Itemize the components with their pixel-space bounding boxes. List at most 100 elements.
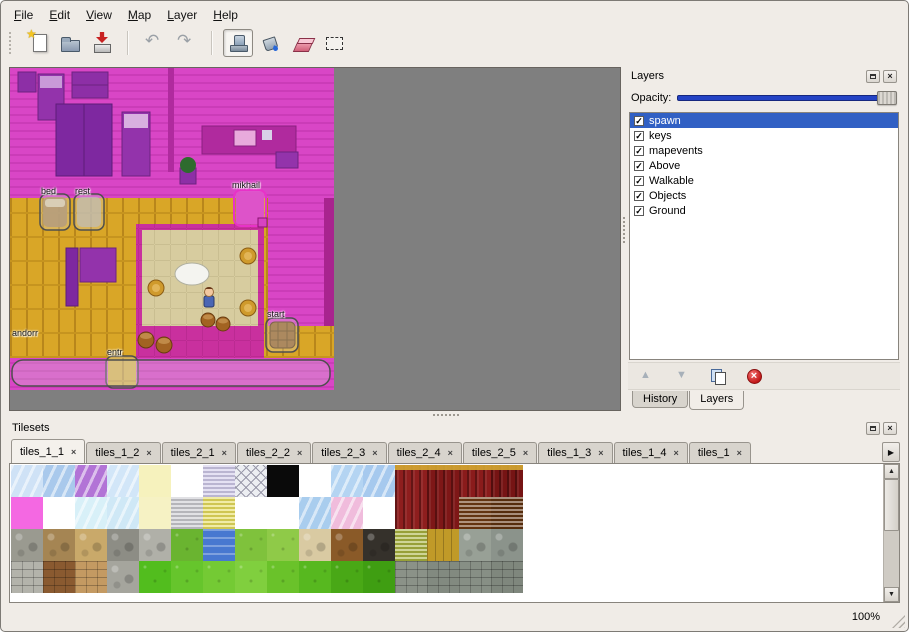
menu-view[interactable]: View: [79, 6, 119, 24]
resize-grip[interactable]: [892, 615, 905, 628]
tileset-tab-tiles_2_5[interactable]: tiles_2_5×: [463, 442, 537, 463]
close-tab-icon[interactable]: ×: [523, 448, 528, 458]
tile-0-14[interactable]: [459, 465, 491, 497]
tile-1-4[interactable]: [139, 497, 171, 529]
menu-edit[interactable]: Edit: [42, 6, 77, 24]
eraser-button[interactable]: [287, 29, 317, 57]
layer-visibility-checkbox[interactable]: ✓: [634, 131, 644, 141]
tileset-tab-tiles_1_1[interactable]: tiles_1_1×: [11, 439, 85, 463]
tile-2-14[interactable]: [459, 529, 491, 561]
tile-0-2[interactable]: [75, 465, 107, 497]
tile-2-12[interactable]: [395, 529, 427, 561]
tileset-scrollbar[interactable]: [883, 464, 899, 602]
tile-0-5[interactable]: [171, 465, 203, 497]
scrollbar-thumb[interactable]: [884, 479, 899, 531]
tileset-tab-tiles_1_4[interactable]: tiles_1_4×: [614, 442, 688, 463]
tile-3-15[interactable]: [491, 561, 523, 593]
tile-1-13[interactable]: [427, 497, 459, 529]
tile-2-6[interactable]: [203, 529, 235, 561]
tile-3-8[interactable]: [267, 561, 299, 593]
close-tab-icon[interactable]: ×: [448, 448, 453, 458]
close-tab-icon[interactable]: ×: [737, 448, 742, 458]
toolbar-handle[interactable]: [9, 32, 14, 54]
tileset-tab-tiles_1_2[interactable]: tiles_1_2×: [86, 442, 160, 463]
vertical-splitter[interactable]: [621, 67, 628, 411]
raise-layer-button[interactable]: [634, 365, 658, 387]
menu-file[interactable]: File: [7, 6, 40, 24]
tileset-tab-tiles_2_1[interactable]: tiles_2_1×: [162, 442, 236, 463]
map-canvas[interactable]: bedrestmikhailstartandorrentr: [10, 68, 334, 390]
tile-0-1[interactable]: [43, 465, 75, 497]
close-tab-icon[interactable]: ×: [222, 448, 227, 458]
tile-0-11[interactable]: [363, 465, 395, 497]
redo-button[interactable]: [171, 29, 201, 57]
close-tab-icon[interactable]: ×: [674, 448, 679, 458]
tile-2-0[interactable]: [11, 529, 43, 561]
tile-0-10[interactable]: [331, 465, 363, 497]
tile-0-8[interactable]: [267, 465, 299, 497]
tile-2-10[interactable]: [331, 529, 363, 561]
menu-layer[interactable]: Layer: [160, 6, 204, 24]
lower-layer-button[interactable]: [670, 365, 694, 387]
tile-0-12[interactable]: [395, 465, 427, 497]
horizontal-splitter[interactable]: [1, 411, 908, 419]
tile-1-9[interactable]: [299, 497, 331, 529]
tile-3-0[interactable]: [11, 561, 43, 593]
undo-button[interactable]: [139, 29, 169, 57]
tileset-tab-tiles_1_3[interactable]: tiles_1_3×: [538, 442, 612, 463]
tile-3-14[interactable]: [459, 561, 491, 593]
tile-3-4[interactable]: [139, 561, 171, 593]
tile-1-15[interactable]: [491, 497, 523, 529]
layer-visibility-checkbox[interactable]: ✓: [634, 146, 644, 156]
tile-1-5[interactable]: [171, 497, 203, 529]
tile-1-6[interactable]: [203, 497, 235, 529]
open-map-button[interactable]: [55, 29, 85, 57]
map-view[interactable]: bedrestmikhailstartandorrentr: [9, 67, 621, 411]
layer-row-keys[interactable]: ✓keys: [630, 128, 898, 143]
tile-1-12[interactable]: [395, 497, 427, 529]
layer-visibility-checkbox[interactable]: ✓: [634, 176, 644, 186]
tileset-tab-tiles_1[interactable]: tiles_1×: [689, 442, 751, 463]
tile-1-1[interactable]: [43, 497, 75, 529]
scroll-tabs-right-button[interactable]: [882, 442, 900, 462]
close-tab-icon[interactable]: ×: [598, 448, 603, 458]
layer-row-Ground[interactable]: ✓Ground: [630, 203, 898, 218]
tile-0-15[interactable]: [491, 465, 523, 497]
layer-visibility-checkbox[interactable]: ✓: [634, 161, 644, 171]
tile-0-7[interactable]: [235, 465, 267, 497]
opacity-slider[interactable]: [677, 90, 897, 106]
tile-3-2[interactable]: [75, 561, 107, 593]
tile-2-2[interactable]: [75, 529, 107, 561]
close-tab-icon[interactable]: ×: [71, 447, 76, 457]
menu-help[interactable]: Help: [206, 6, 245, 24]
tile-0-6[interactable]: [203, 465, 235, 497]
tile-2-1[interactable]: [43, 529, 75, 561]
layer-row-Above[interactable]: ✓Above: [630, 158, 898, 173]
close-tilesets-button[interactable]: [883, 422, 897, 435]
tile-0-13[interactable]: [427, 465, 459, 497]
duplicate-layer-button[interactable]: [706, 365, 730, 387]
opacity-slider-track[interactable]: [677, 95, 893, 101]
layer-row-Walkable[interactable]: ✓Walkable: [630, 173, 898, 188]
tile-3-1[interactable]: [43, 561, 75, 593]
layer-row-mapevents[interactable]: ✓mapevents: [630, 143, 898, 158]
tile-3-12[interactable]: [395, 561, 427, 593]
tile-1-8[interactable]: [267, 497, 299, 529]
layer-row-Objects[interactable]: ✓Objects: [630, 188, 898, 203]
tile-2-13[interactable]: [427, 529, 459, 561]
tile-3-5[interactable]: [171, 561, 203, 593]
tile-0-3[interactable]: [107, 465, 139, 497]
layer-visibility-checkbox[interactable]: ✓: [634, 206, 644, 216]
tile-3-11[interactable]: [363, 561, 395, 593]
close-tab-icon[interactable]: ×: [297, 448, 302, 458]
tile-3-7[interactable]: [235, 561, 267, 593]
tile-2-5[interactable]: [171, 529, 203, 561]
float-panel-button[interactable]: [866, 70, 880, 83]
tile-1-2[interactable]: [75, 497, 107, 529]
close-tab-icon[interactable]: ×: [146, 448, 151, 458]
tileset-tab-tiles_2_2[interactable]: tiles_2_2×: [237, 442, 311, 463]
tile-2-7[interactable]: [235, 529, 267, 561]
tile-3-3[interactable]: [107, 561, 139, 593]
rectangular-select-button[interactable]: [319, 29, 349, 57]
tile-0-4[interactable]: [139, 465, 171, 497]
